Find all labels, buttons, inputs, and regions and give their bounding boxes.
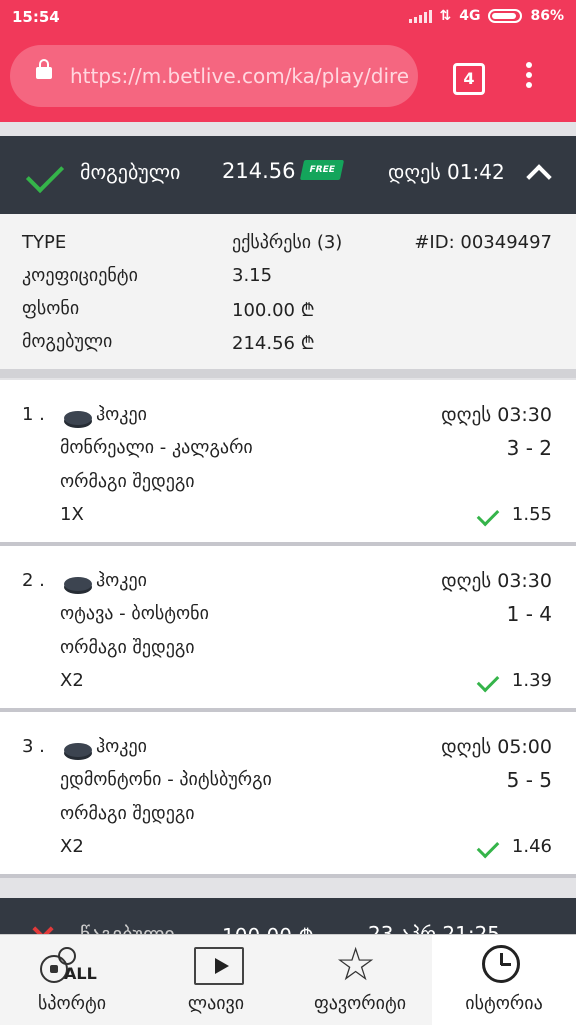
nav-live[interactable]: ლაივი	[144, 935, 288, 1025]
coef-label: კოეფიციენტი	[22, 265, 138, 286]
battery-percent: 86%	[530, 8, 564, 24]
event-date: დღეს 05:00	[441, 736, 552, 758]
win-value: 214.56 ₾	[232, 333, 315, 354]
summary-row-stake: ფსონი 100.00 ₾	[0, 298, 576, 328]
status-icons: ⇅ 4G 86%	[408, 8, 564, 24]
event-sport: ჰოკეი	[96, 736, 147, 757]
ticket-status: მოგებული	[80, 160, 181, 184]
win-label: მოგებული	[22, 331, 113, 352]
play-icon	[194, 947, 244, 985]
event-sport: ჰოკეი	[96, 570, 147, 591]
browser-toolbar: https://m.betlive.com/ka/play/dire 4	[0, 34, 576, 122]
basketball-icon	[58, 947, 76, 965]
star-icon: ☆	[335, 937, 377, 991]
summary-row-coef: კოეფიციენტი 3.15	[0, 265, 576, 295]
event-sport: ჰოკეი	[96, 404, 147, 425]
content-spacer	[0, 122, 576, 136]
status-bar: 15:54 ⇅ 4G 86%	[0, 0, 576, 34]
nav-favorites[interactable]: ☆ ფავორიტი	[288, 935, 432, 1025]
clock: 15:54	[12, 8, 60, 26]
event-market: ორმაგი შედეგი	[60, 471, 195, 492]
event-market: ორმაგი შედეგი	[60, 803, 195, 824]
event-date: დღეს 03:30	[441, 404, 552, 426]
all-sports-label: ALL	[64, 964, 97, 983]
summary-row-win: მოგებული 214.56 ₾	[0, 331, 576, 361]
free-badge: FREE	[299, 160, 345, 180]
data-arrows-icon: ⇅	[439, 8, 452, 24]
url-text[interactable]: https://m.betlive.com/ka/play/dire	[70, 64, 410, 88]
event-score: 3 - 2	[506, 436, 552, 460]
next-ticket-header[interactable]: წაგებული 100.00 ₾ 23 აპრ 21:25	[0, 898, 576, 938]
event-teams: ედმონტონი - პიტსბურგი	[60, 769, 272, 790]
event-teams: მონრეალი - კალგარი	[60, 437, 253, 458]
ticket-summary: TYPE ექსპრესი (3) #ID: 00349497 კოეფიციე…	[0, 214, 576, 369]
event-number: 3 .	[22, 736, 45, 757]
ticket-date: დღეს 01:42	[388, 160, 505, 184]
bottom-nav: ALL სპორტი ლაივი ☆ ფავორიტი ისტორია	[0, 934, 576, 1025]
divider	[0, 369, 576, 378]
network-type: 4G	[459, 8, 481, 24]
nav-history-label: ისტორია	[465, 993, 543, 1014]
signal-icon	[408, 9, 432, 23]
nav-sports-label: სპორტი	[37, 993, 107, 1014]
event-pick: 1X	[60, 504, 84, 525]
type-label: TYPE	[22, 232, 67, 253]
nav-history[interactable]: ისტორია	[432, 935, 576, 1025]
event-pick: X2	[60, 836, 84, 857]
tab-switcher-button[interactable]: 4	[453, 63, 485, 95]
stake-label: ფსონი	[22, 298, 80, 319]
won-check-icon	[476, 669, 500, 693]
coef-value: 3.15	[232, 265, 273, 286]
event-row: 2 . ჰოკეი დღეს 03:30 ოტავა - ბოსტონი 1 -…	[0, 546, 576, 708]
nav-sports[interactable]: ALL სპორტი	[0, 935, 144, 1025]
type-value: ექსპრესი (3)	[232, 232, 343, 253]
event-odds: 1.46	[511, 836, 552, 857]
browser-menu-icon[interactable]	[522, 62, 536, 96]
address-bar[interactable]: https://m.betlive.com/ka/play/dire	[10, 45, 418, 107]
event-score: 1 - 4	[506, 602, 552, 626]
ticket-amount: 214.56	[222, 159, 296, 183]
summary-row-type: TYPE ექსპრესი (3) #ID: 00349497	[0, 232, 576, 262]
event-market: ორმაგი შედეგი	[60, 637, 195, 658]
hockey-puck-icon	[64, 743, 92, 757]
event-row: 3 . ჰოკეი დღეს 05:00 ედმონტონი - პიტსბურ…	[0, 712, 576, 874]
divider	[0, 874, 576, 878]
event-odds: 1.55	[511, 504, 552, 525]
event-row: 1 . ჰოკეი დღეს 03:30 მონრეალი - კალგარი …	[0, 380, 576, 542]
hockey-puck-icon	[64, 411, 92, 425]
event-score: 5 - 5	[506, 768, 552, 792]
stake-value: 100.00 ₾	[232, 300, 315, 321]
event-number: 2 .	[22, 570, 45, 591]
won-check-icon	[476, 503, 500, 527]
lock-icon	[36, 59, 52, 79]
nav-favorites-label: ფავორიტი	[313, 993, 407, 1014]
event-odds: 1.39	[511, 670, 552, 691]
won-check-icon	[476, 835, 500, 859]
battery-icon	[488, 9, 523, 23]
ticket-id: #ID: 00349497	[414, 232, 552, 253]
hockey-puck-icon	[64, 577, 92, 591]
event-date: დღეს 03:30	[441, 570, 552, 592]
event-teams: ოტავა - ბოსტონი	[60, 603, 209, 624]
history-icon	[482, 945, 520, 983]
event-pick: X2	[60, 670, 84, 691]
nav-live-label: ლაივი	[187, 993, 245, 1014]
event-number: 1 .	[22, 404, 45, 425]
